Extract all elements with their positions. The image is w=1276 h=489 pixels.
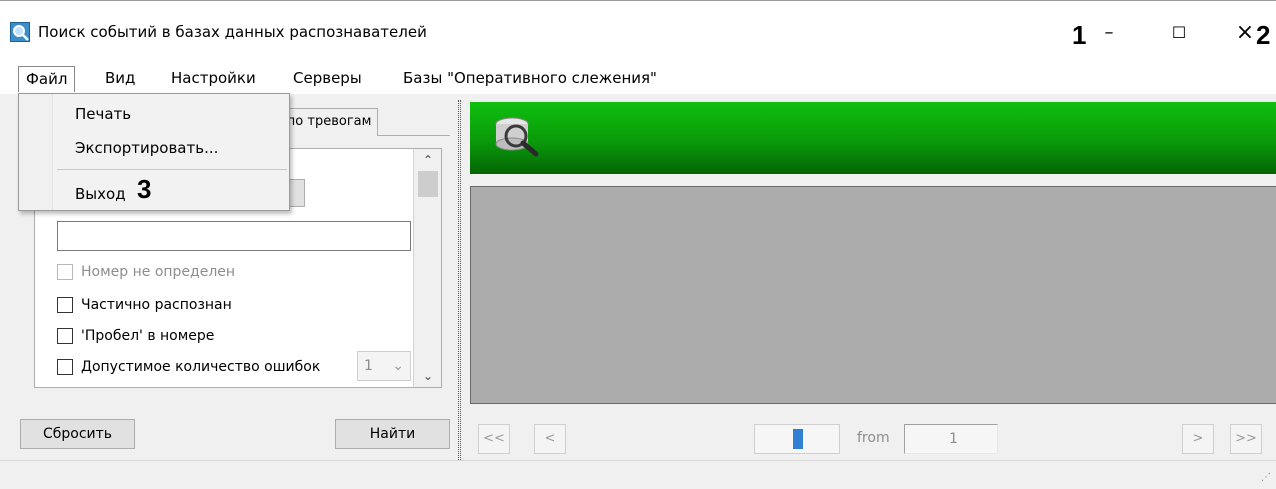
last-page-button[interactable]: >> [1230, 424, 1262, 454]
menu-item-print[interactable]: Печать [75, 105, 131, 123]
menu-item-exit[interactable]: Выход [75, 185, 126, 203]
panel-splitter[interactable] [458, 100, 461, 460]
pager-from-label: from [857, 430, 890, 446]
prev-page-button[interactable]: < [534, 424, 566, 454]
page-number-field[interactable]: 1 [904, 424, 998, 454]
image-viewer [470, 186, 1276, 404]
chevron-down-icon: ⌄ [392, 358, 404, 374]
menu-view[interactable]: Вид [98, 66, 142, 92]
menu-settings[interactable]: Настройки [164, 66, 263, 92]
checkbox-label: 'Пробел' в номере [81, 328, 215, 344]
status-bar: ⋰ [0, 460, 1276, 489]
menu-bar: Файл Вид Настройки Серверы Базы "Операти… [0, 62, 1276, 94]
search-app-icon[interactable] [10, 22, 30, 42]
header-banner [470, 102, 1276, 174]
minimize-button[interactable]: – [1086, 16, 1132, 48]
database-search-icon [488, 114, 560, 166]
window-top-border [0, 0, 1276, 1]
plate-number-input[interactable] [57, 221, 411, 251]
menu-item-export[interactable]: Экспортировать... [75, 139, 218, 157]
title-bar: Поиск событий в базах данных распознават… [0, 0, 1276, 62]
error-count-select[interactable]: 1 ⌄ [357, 351, 411, 381]
menu-databases[interactable]: Базы "Оперативного слежения" [396, 66, 664, 92]
scroll-up-icon[interactable]: ⌃ [414, 149, 442, 171]
menu-separator [57, 169, 287, 170]
annotation-2: 2 [1256, 20, 1271, 50]
menu-file[interactable]: Файл [18, 66, 76, 92]
next-page-button[interactable]: > [1182, 424, 1214, 454]
file-menu-dropdown: Печать Экспортировать... Выход 3 [18, 93, 290, 211]
find-button[interactable]: Найти [335, 419, 450, 449]
menu-servers[interactable]: Серверы [286, 66, 369, 92]
scroll-down-icon[interactable]: ⌄ [414, 365, 442, 387]
scrollbar-thumb[interactable] [418, 171, 438, 197]
maximize-button[interactable]: ☐ [1156, 16, 1202, 48]
checkbox-partial[interactable] [57, 297, 73, 313]
checkbox-label: Частично распознан [81, 297, 232, 313]
annotation-3: 3 [137, 174, 152, 204]
window-title: Поиск событий в базах данных распознават… [38, 23, 427, 41]
menu-icon-gutter [19, 94, 53, 210]
vertical-scrollbar[interactable]: ⌃ ⌄ [413, 149, 441, 387]
checkbox-label: Номер не определен [81, 264, 236, 280]
reset-button[interactable]: Сбросить [20, 419, 135, 449]
checkbox-label: Допустимое количество ошибок [81, 359, 321, 375]
checkbox-row-not-determined[interactable]: Номер не определен [57, 261, 235, 283]
page-progress-bar [754, 424, 840, 454]
error-count-value: 1 [364, 358, 373, 374]
first-page-button[interactable]: << [478, 424, 510, 454]
checkbox-row-errors[interactable]: Допустимое количество ошибок [57, 356, 320, 378]
checkbox-space[interactable] [57, 328, 73, 344]
checkbox-row-space[interactable]: 'Пробел' в номере [57, 325, 214, 347]
checkbox-errors[interactable] [57, 359, 73, 375]
checkbox-not-determined[interactable] [57, 264, 73, 280]
checkbox-row-partial[interactable]: Частично распознан [57, 294, 232, 316]
progress-indicator [793, 429, 803, 449]
annotation-1: 1 [1072, 20, 1087, 50]
resize-grip-icon[interactable]: ⋰ [1261, 472, 1271, 483]
